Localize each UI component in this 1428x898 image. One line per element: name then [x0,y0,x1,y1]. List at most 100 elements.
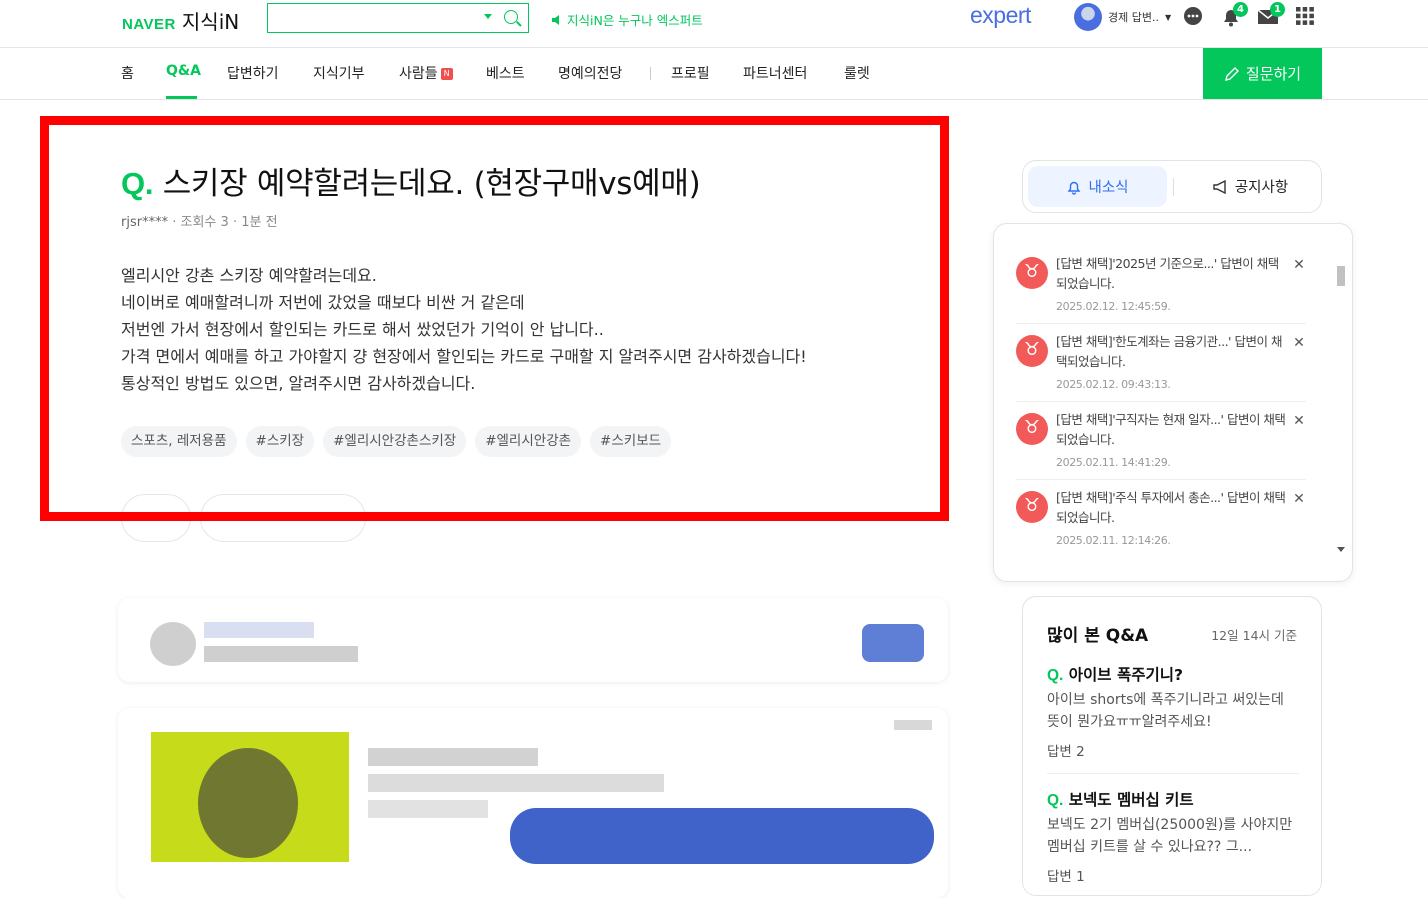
ad-card-blurred[interactable] [118,708,948,898]
tag-item[interactable]: #엘리시안강촌 [475,426,582,457]
popular-question-body: 보넥도 2기 멤버십(25000원)를 사야지만 멤버십 키트를 살 수 있나요… [1047,817,1293,855]
notification-text: [답변 채택]'2025년 기준으로...' 답변이 채택되었습니다. [1056,256,1279,291]
notification-item[interactable]: ♉ [답변 채택]'주식 투자에서 총손...' 답변이 채택되었습니다. 20… [1016,480,1306,558]
scroll-down-arrow-icon[interactable] [1337,547,1345,552]
nav-qna[interactable]: Q&A [166,63,201,79]
tag-item[interactable]: #엘리시안강촌스키장 [323,426,467,457]
notification-date: 2025.02.11. 14:41:29. [1056,456,1171,469]
same-question-button[interactable] [200,494,366,542]
nav-people[interactable]: 사람들 N [399,63,453,83]
popular-question-title-text: 아이브 폭주기니? [1068,666,1183,684]
naver-logo-text: NAVER [122,16,176,33]
avatar [1074,3,1102,31]
kin-logo-text: 지식iN [181,10,240,34]
question-body-line: 통상적인 방법도 있으면, 알려주시면 감사하겠습니다. [121,374,476,393]
top-bar: NAVER 지식iN 지식iN은 누구나 엑스퍼트 expert 경제 답변..… [0,0,1428,48]
promo-text: 지식iN은 누구나 엑스퍼트 [567,13,703,28]
adopt-icon: ♉ [1016,257,1048,289]
notification-date: 2025.02.12. 12:45:59. [1056,300,1171,313]
question-body-line: 엘리시안 강촌 스키장 예약할려는데요. [121,266,377,285]
nav-answer[interactable]: 답변하기 [227,63,279,83]
megaphone-icon [1213,179,1226,194]
bell-icon [1068,181,1081,195]
question-body-line: 네이버로 예매할려니까 저번에 갔었을 때보다 비싼 거 같은데 [121,293,525,312]
profile-menu[interactable]: 경제 답변.. ▼ [1074,3,1171,31]
adopt-icon: ♉ [1016,335,1048,367]
nav-roulette[interactable]: 룰렛 [844,63,870,83]
main-nav: 홈 Q&A 답변하기 지식기부 사람들 N 베스트 명예의전당 프로필 파트너센터… [0,48,1428,100]
comment-button[interactable] [121,494,191,542]
popular-qna-time: 12일 14시 기준 [1211,628,1297,643]
tab-divider [1173,178,1174,196]
popular-question-item[interactable]: Q. 아이브 폭주기니? 아이브 shorts에 폭주기니라고 써있는데 뜻이 … [1047,663,1299,760]
nav-partner-center[interactable]: 파트너센터 [743,63,807,83]
notification-item[interactable]: ♉ [답변 채택]'한도계좌는 금융기관...' 답변이 채택되었습니다. 20… [1016,324,1306,402]
view-count: 조회수 3 [180,215,229,230]
q-mark: Q. [1047,667,1064,684]
nav-home[interactable]: 홈 [121,63,134,83]
nav-people-label: 사람들 [399,66,438,82]
tag-category[interactable]: 스포츠, 레저용품 [121,426,237,457]
speaker-icon [552,14,559,25]
q-mark: Q. [1047,792,1064,809]
question-meta: rjsr**** · 조회수 3 · 1분 전 [121,211,278,230]
pencil-icon [1224,66,1239,81]
ask-question-button[interactable]: 질문하기 [1203,48,1322,99]
question-q-mark: Q. [121,166,154,201]
popular-qna-title: 많이 본 Q&A [1047,626,1149,646]
naver-kin-logo[interactable]: NAVER 지식iN [122,6,239,35]
nav-divider [650,67,651,80]
notification-tabs: 내소식 공지사항 [1022,160,1322,213]
chevron-down-icon: ▼ [1164,12,1172,22]
tab-my-news[interactable]: 내소식 [1028,166,1167,207]
posted-time: 1분 전 [241,215,278,230]
ad-banner-blurred[interactable] [118,598,948,682]
nav-profile[interactable]: 프로필 [671,63,710,83]
tab-notice-label: 공지사항 [1234,180,1289,196]
share-icon[interactable] [905,512,935,522]
close-icon[interactable]: ✕ [1292,336,1306,350]
notification-date: 2025.02.12. 09:43:13. [1056,378,1171,391]
bell-icon[interactable]: 4 [1220,2,1248,28]
nav-donate[interactable]: 지식기부 [313,63,365,83]
tag-item[interactable]: #스키보드 [590,426,672,457]
mail-icon[interactable]: 1 [1257,2,1285,28]
search-options-chevron-icon[interactable] [484,14,492,19]
scrollbar-thumb[interactable] [1337,266,1345,286]
popular-question-body: 아이브 shorts에 폭주기니라고 써있는데 뜻이 뭔가요ㅠㅠ알려주세요! [1047,692,1284,730]
nav-hall-of-fame[interactable]: 명예의전당 [558,63,622,83]
divider [1047,773,1299,774]
answer-count: 답변 2 [1047,744,1085,760]
tag-item[interactable]: #스키장 [245,426,315,457]
active-tab-underline [166,96,197,99]
close-icon[interactable]: ✕ [1292,258,1306,272]
question-title-text: 스키장 예약할려는데요. (현장구매vs예매) [162,166,701,202]
popular-question-item[interactable]: Q. 보넥도 멤버십 키트 보넥도 2기 멤버십(25000원)를 사야지만 멤… [1047,788,1299,885]
close-icon[interactable]: ✕ [1292,492,1306,506]
mail-count-badge: 1 [1270,2,1285,17]
author-id[interactable]: rjsr**** [121,215,168,230]
tab-my-news-label: 내소식 [1088,180,1129,196]
notification-item[interactable]: ♉ [답변 채택]'구직자는 현재 일자...' 답변이 채택되었습니다. 20… [1016,402,1306,480]
popular-qna-panel: 많이 본 Q&A 12일 14시 기준 Q. 아이브 폭주기니? 아이브 sho… [1022,596,1322,896]
notification-text: [답변 채택]'주식 투자에서 총손...' 답변이 채택되었습니다. [1056,490,1286,525]
popular-question-title-text: 보넥도 멤버십 키트 [1068,791,1194,809]
expert-logo[interactable]: expert [970,2,1031,29]
notification-item[interactable]: ♉ [답변 채택]'2025년 기준으로...' 답변이 채택되었습니다. 20… [1016,246,1306,324]
tab-notice[interactable]: 공지사항 [1185,166,1315,207]
apps-grid-icon[interactable] [1295,6,1317,28]
close-icon[interactable]: ✕ [1292,414,1306,428]
profile-name: 경제 답변.. [1108,11,1159,24]
talk-icon[interactable] [1183,6,1205,28]
popular-question-title: Q. 보넥도 멤버십 키트 [1047,788,1299,810]
question-body-line: 저번엔 가서 현장에서 할인되는 카드로 해서 쌌었던가 기억이 안 납니다.. [121,320,604,339]
expert-promo-link[interactable]: 지식iN은 누구나 엑스퍼트 [551,10,703,29]
new-badge: N [440,68,453,80]
question-body-line: 가격 면에서 예매를 하고 가야할지 걍 현장에서 할인되는 카드로 구매할 지… [121,347,807,366]
question-title: Q. 스키장 예약할려는데요. (현장구매vs예매) [121,158,701,203]
nav-best[interactable]: 베스트 [486,63,525,83]
answer-count: 답변 1 [1047,869,1085,885]
search-icon[interactable] [504,10,518,24]
notification-scrollbar[interactable] [1336,260,1346,552]
search-input[interactable] [274,7,474,27]
